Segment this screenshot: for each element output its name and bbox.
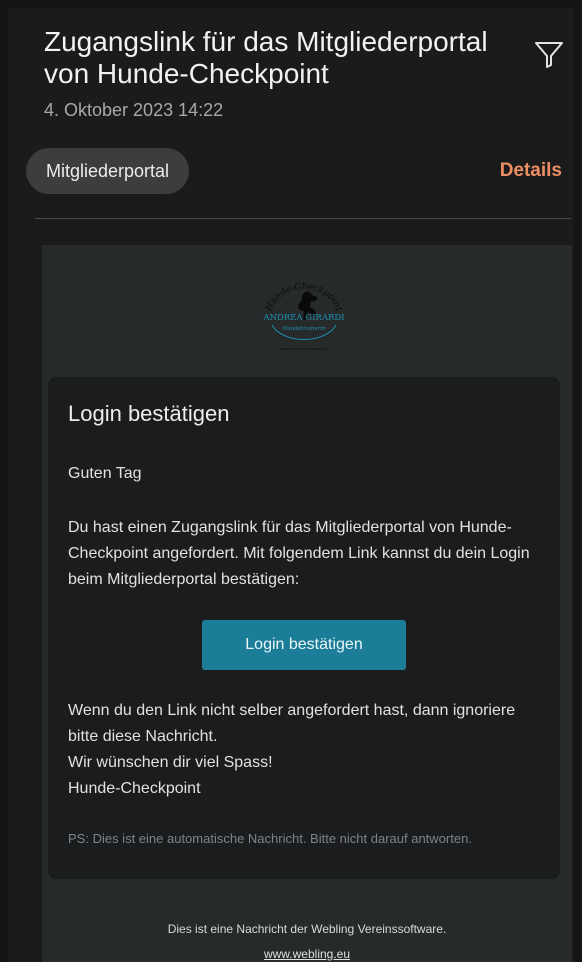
- closing-line: Wenn du den Link nicht selber angeforder…: [68, 702, 516, 745]
- email-date: 4. Oktober 2023 14:22: [44, 100, 224, 120]
- greeting-text: Guten Tag: [68, 465, 142, 482]
- closing-line: Hunde-Checkpoint: [68, 780, 201, 797]
- email-card: Login bestätigen Guten Tag Du hast einen…: [48, 377, 560, 879]
- email-body: Hunde-Checkpoint ANDREA GIRARDI Hundetra…: [42, 245, 572, 962]
- login-confirm-button[interactable]: Login bestätigen: [202, 620, 406, 670]
- card-title: Login bestätigen: [68, 401, 230, 426]
- intro-paragraph: Du hast einen Zugangslink für das Mitgli…: [68, 519, 530, 588]
- details-link[interactable]: Details: [500, 158, 562, 184]
- footer-link-row: www.webling.eu: [42, 947, 572, 961]
- closing-text: Wenn du den Link nicht selber angeforder…: [68, 698, 546, 802]
- closing-line: Wir wünschen dir viel Spass!: [68, 754, 273, 771]
- webling-link[interactable]: www.webling.eu: [264, 947, 350, 961]
- filter-icon[interactable]: [532, 36, 566, 70]
- header-divider: [35, 218, 571, 219]
- svg-text:www.hunde-checkpoint.ch: www.hunde-checkpoint.ch: [280, 347, 327, 351]
- email-viewer: Zugangslink für das Mitgliederportal von…: [8, 8, 574, 962]
- email-subject: Zugangslink für das Mitgliederportal von…: [44, 26, 488, 89]
- svg-text:ANDREA GIRARDI: ANDREA GIRARDI: [262, 313, 344, 323]
- hunde-checkpoint-logo: Hunde-Checkpoint ANDREA GIRARDI Hundetra…: [254, 275, 354, 355]
- svg-text:Hundetrainerin: Hundetrainerin: [281, 326, 326, 332]
- footer-note: Dies ist eine Nachricht der Webling Vere…: [167, 922, 447, 936]
- label-chip[interactable]: Mitgliederportal: [26, 148, 190, 194]
- ps-note: PS: Dies ist eine automatische Nachricht…: [68, 831, 472, 846]
